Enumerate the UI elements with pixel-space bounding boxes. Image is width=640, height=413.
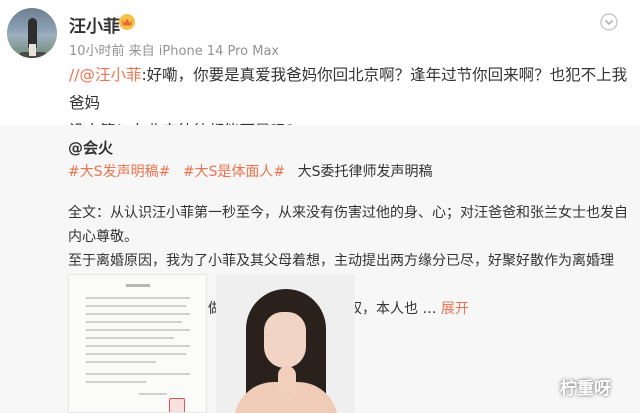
repost-card[interactable]: @会火 #大S发声明稿# #大S是体面人# 大S委托律师发声明稿 全文：从认识汪… bbox=[0, 125, 640, 413]
post-meta: 10小时前 来自 iPhone 14 Pro Max bbox=[69, 44, 280, 59]
portrait-photo[interactable] bbox=[216, 274, 355, 413]
vip-badge-icon bbox=[119, 14, 135, 30]
hashtag-2[interactable]: #大S是体面人# bbox=[183, 164, 285, 180]
repost-title: 大S委托律师发声明稿 bbox=[297, 164, 433, 180]
watermark-text: 柠重呀 bbox=[560, 379, 611, 399]
mention-link[interactable]: //@汪小菲 bbox=[69, 66, 141, 84]
statement-document-image[interactable] bbox=[68, 274, 207, 413]
follow-icon[interactable] bbox=[600, 13, 618, 31]
expand-link[interactable]: 展开 bbox=[441, 301, 469, 317]
hashtag-1[interactable]: #大S发声明稿# bbox=[68, 164, 170, 180]
avatar[interactable] bbox=[7, 8, 57, 58]
username[interactable]: 汪小菲 bbox=[69, 12, 120, 37]
repost-author[interactable]: @会火 bbox=[68, 137, 113, 158]
repost-tags: #大S发声明稿# #大S是体面人# 大S委托律师发声明稿 bbox=[68, 161, 433, 181]
